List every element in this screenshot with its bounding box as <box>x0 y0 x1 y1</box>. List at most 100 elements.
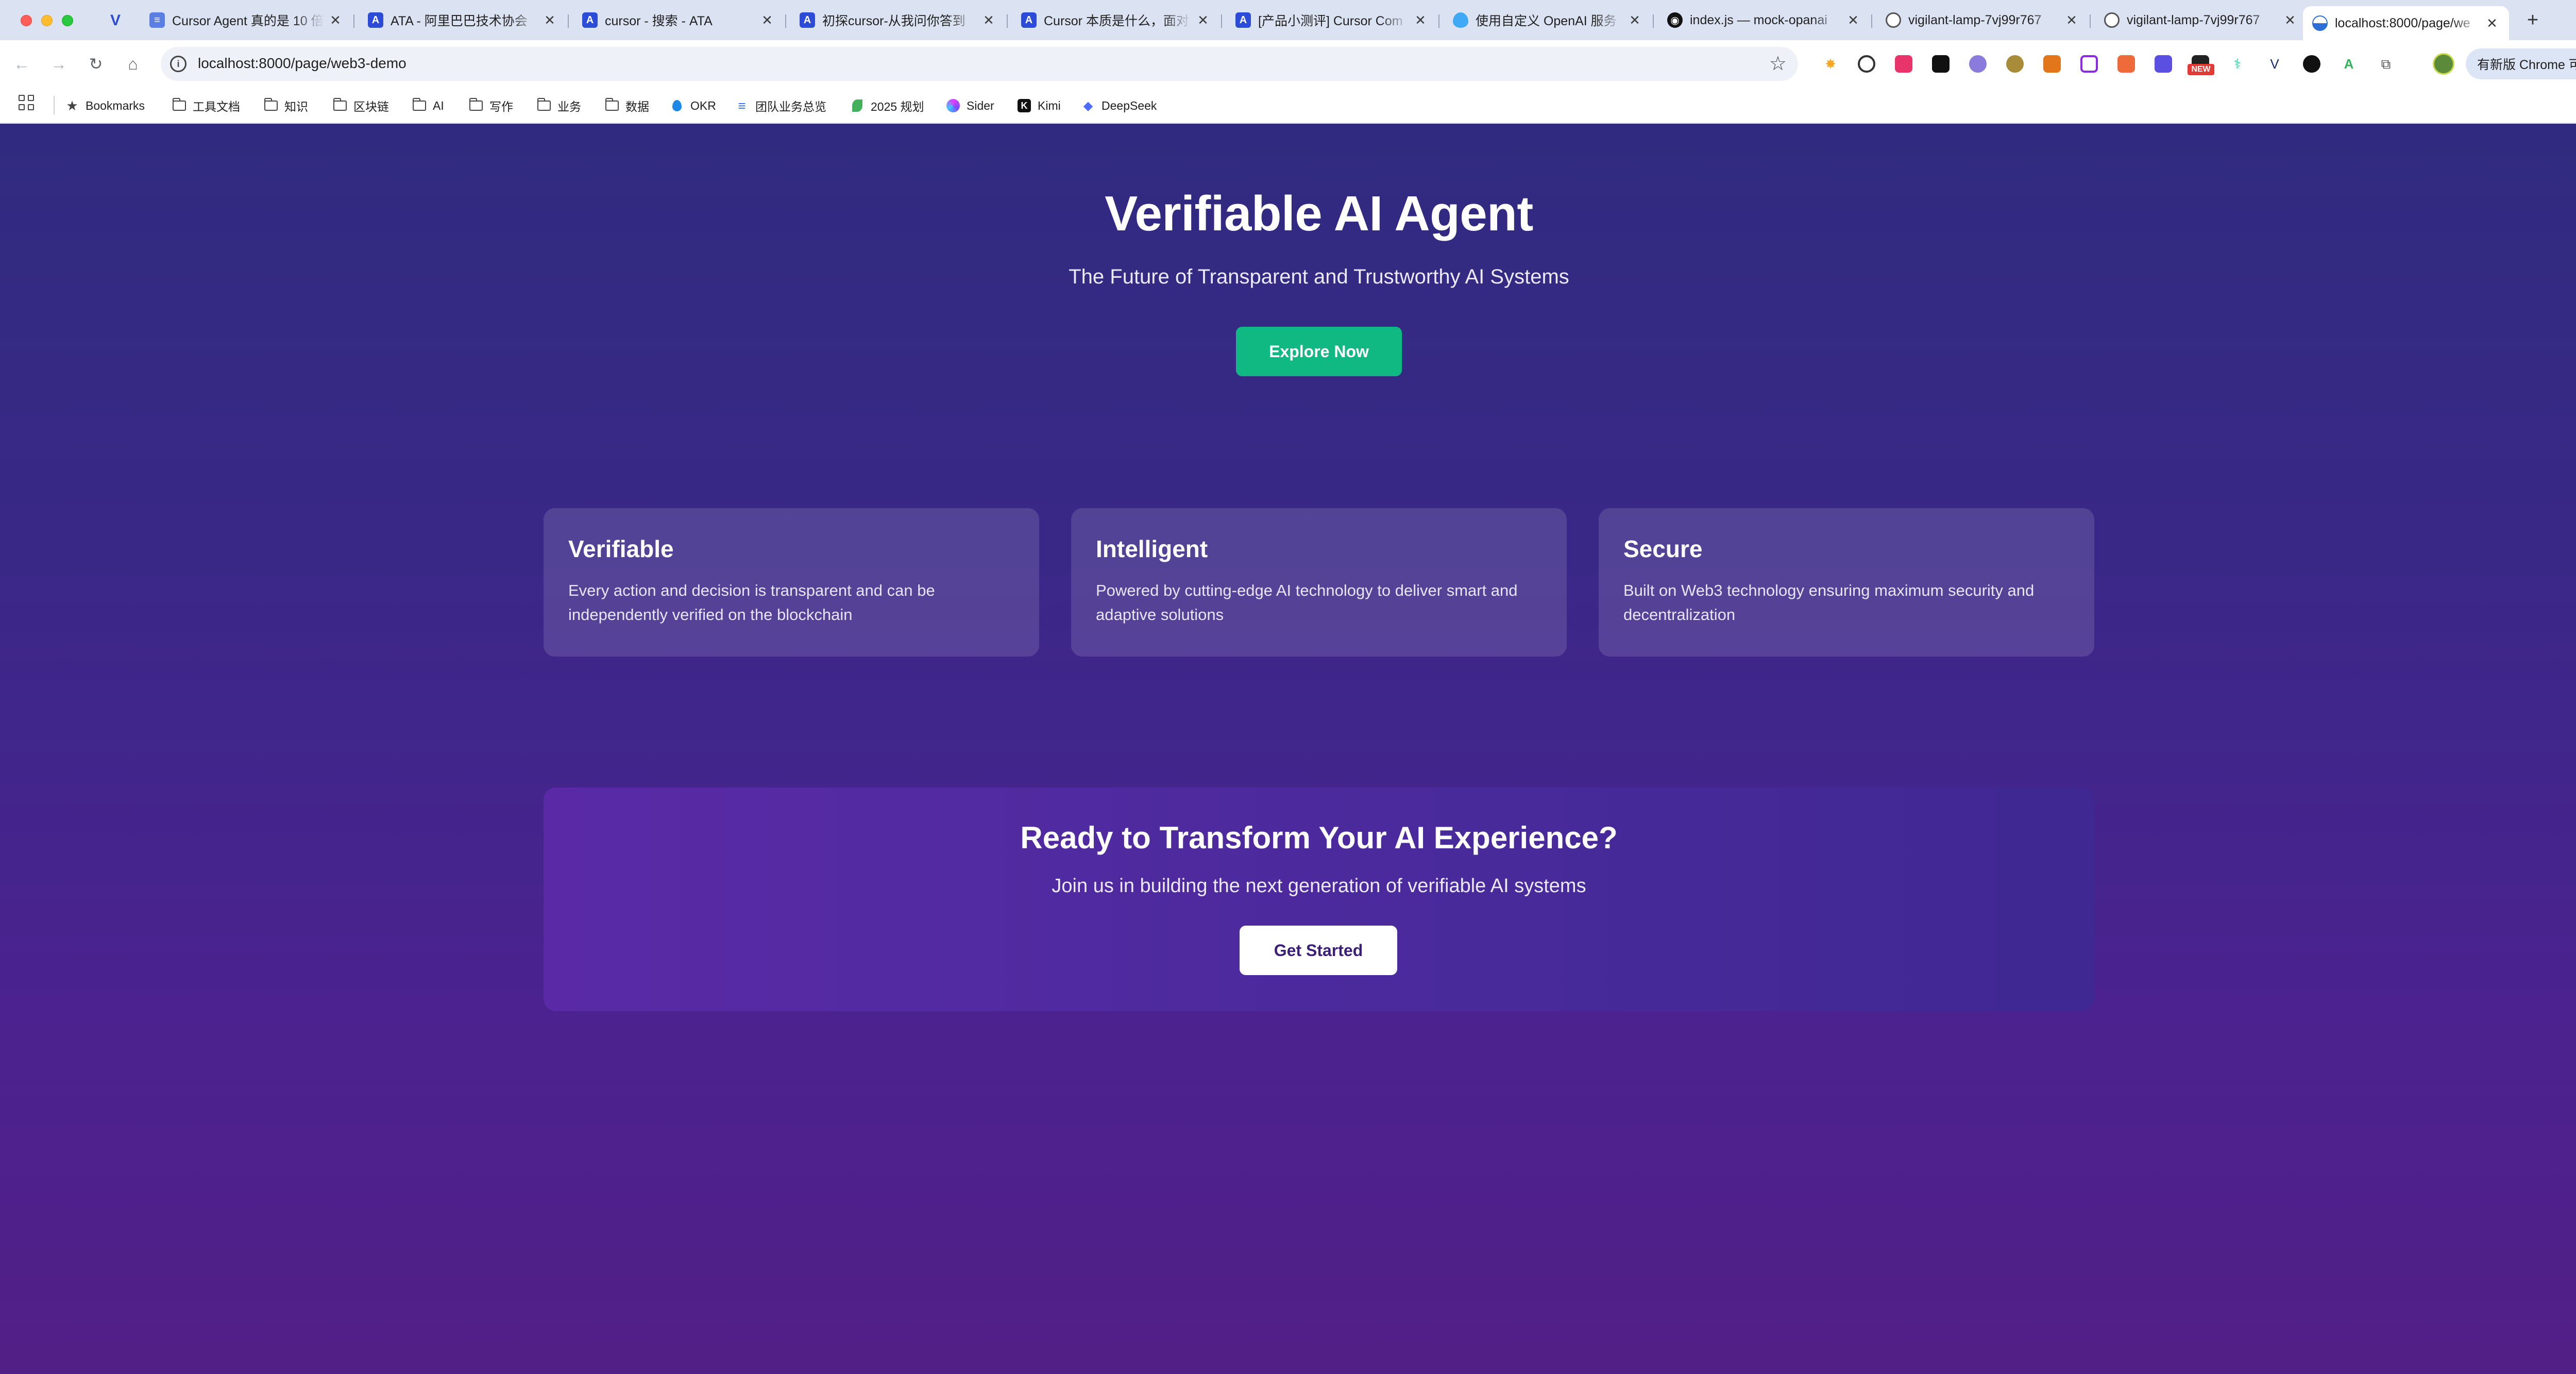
chrome-update-button[interactable]: 有新版 Chrome 可用 ⋮ <box>2466 48 2576 79</box>
close-icon[interactable]: ✕ <box>981 12 996 28</box>
close-icon[interactable]: ✕ <box>2484 15 2500 31</box>
tab-8[interactable]: vigilant-lamp-7vj99r767 ✕ <box>1876 6 2089 34</box>
coin-extension-icon[interactable] <box>2006 55 2024 73</box>
bookmark-folder[interactable]: 工具文档 <box>172 97 240 114</box>
hero-title: Verifiable AI Agent <box>1105 186 1533 241</box>
teal-extension-icon[interactable]: ⚕ <box>2229 55 2246 73</box>
bookmark-label: 工具文档 <box>193 100 240 113</box>
metamask-icon[interactable] <box>2043 55 2061 73</box>
bookmark-item[interactable]: OKR <box>670 97 716 114</box>
puzzle-icon[interactable]: ⧉ <box>2377 55 2395 73</box>
orange-extension-icon[interactable] <box>2117 55 2135 73</box>
close-icon[interactable]: ✕ <box>542 12 557 28</box>
forward-button[interactable]: → <box>46 52 71 76</box>
bookmark-item[interactable]: K Kimi <box>1017 97 1061 114</box>
bookmark-label: DeepSeek <box>1101 98 1157 112</box>
close-icon[interactable]: ✕ <box>1845 12 1861 28</box>
folder-icon <box>172 98 187 113</box>
v-extension-icon[interactable]: V <box>2266 55 2283 73</box>
ata-icon: A <box>1021 12 1037 28</box>
folder-icon <box>333 98 347 113</box>
globe-icon <box>2312 15 2328 31</box>
bookmark-folder[interactable]: 区块链 <box>333 97 389 114</box>
sun-extension-icon[interactable]: ✸ <box>1822 55 1839 73</box>
tab-0[interactable]: ≡ Cursor Agent 真的是 10 倍 ✕ <box>140 6 352 34</box>
tab-6[interactable]: 使用自定义 OpenAI 服务 ✕ <box>1444 6 1652 34</box>
get-started-button[interactable]: Get Started <box>1240 926 1397 975</box>
close-icon[interactable]: ✕ <box>2064 12 2079 28</box>
tab-3[interactable]: A 初探cursor-从我问你答到 ✕ <box>790 6 1006 34</box>
minimize-window-button[interactable] <box>41 15 53 26</box>
ghost-extension-icon[interactable] <box>1858 55 1875 73</box>
leaf-icon <box>850 98 865 113</box>
avatar[interactable] <box>2433 53 2454 75</box>
bookmark-label: OKR <box>690 98 716 112</box>
close-icon[interactable]: ✕ <box>759 12 775 28</box>
deepseek-icon: ◆ <box>1083 98 1093 113</box>
camera-extension-icon[interactable] <box>2080 55 2098 73</box>
bookmark-label: 数据 <box>625 100 649 113</box>
tab-5[interactable]: A [产品小测评] Cursor Com ✕ <box>1226 6 1437 34</box>
site-info-icon[interactable]: i <box>170 56 187 72</box>
new-tab-button[interactable]: + <box>2522 10 2543 31</box>
sider-icon <box>946 98 960 113</box>
a-extension-icon[interactable]: A <box>2340 55 2358 73</box>
tab-4[interactable]: A Cursor 本质是什么，面对 ✕ <box>1012 6 1220 34</box>
close-icon[interactable]: ✕ <box>1627 12 1642 28</box>
maximize-window-button[interactable] <box>62 15 73 26</box>
bookmark-label: Kimi <box>1038 98 1061 112</box>
bookmark-folder[interactable]: 业务 <box>537 97 581 114</box>
bookmark-item[interactable]: 2025 规划 <box>850 97 924 114</box>
globe-icon <box>2104 12 2120 28</box>
explore-now-button[interactable]: Explore Now <box>1236 327 1402 376</box>
bookmark-item[interactable]: ◆ DeepSeek <box>1081 97 1157 114</box>
tab-9[interactable]: vigilant-lamp-7vj99r767 ✕ <box>2095 6 2307 34</box>
bookmark-label: 知识 <box>284 100 308 113</box>
bookmark-item[interactable]: ≡ 团队业务总览 <box>735 97 826 114</box>
home-button[interactable]: ⌂ <box>121 52 145 76</box>
address-bar[interactable]: i localhost:8000/page/web3-demo ☆ <box>161 47 1798 81</box>
drop-icon <box>670 98 684 113</box>
folder-icon <box>605 98 619 113</box>
bookmark-folder[interactable]: 知识 <box>264 97 308 114</box>
folder-icon <box>537 98 551 113</box>
close-icon[interactable]: ✕ <box>1195 12 1211 28</box>
dark-extension-icon[interactable] <box>2303 55 2320 73</box>
bookmark-folder[interactable]: 数据 <box>605 97 649 114</box>
bookmark-star-icon[interactable]: ☆ <box>1769 52 1787 75</box>
purple-extension-icon[interactable] <box>2155 55 2172 73</box>
back-button[interactable]: ← <box>9 52 34 76</box>
bookmark-label: 团队业务总览 <box>755 100 826 113</box>
close-icon[interactable]: ✕ <box>2282 12 2298 28</box>
tab-title: ATA - 阿里巴巴技术协会 <box>391 14 528 28</box>
bookmark-folder[interactable]: AI <box>412 97 444 114</box>
tab-7[interactable]: ◉ index.js — mock-opanai ✕ <box>1658 6 1870 34</box>
tab-active[interactable]: localhost:8000/page/we ✕ <box>2303 6 2509 40</box>
feature-title: Secure <box>1623 535 1703 562</box>
tab-search-icon[interactable]: V <box>106 11 125 30</box>
tab-title: 使用自定义 OpenAI 服务 <box>1476 14 1617 28</box>
tab-title: Cursor 本质是什么，面对 <box>1044 14 1189 28</box>
bookmark-folder[interactable]: 写作 <box>469 97 513 114</box>
reload-button[interactable]: ↻ <box>83 52 108 76</box>
bookmark-label: Sider <box>967 98 994 112</box>
address-url[interactable]: localhost:8000/page/web3-demo <box>198 55 406 72</box>
tab-title: Cursor Agent 真的是 10 倍 <box>172 14 324 28</box>
feather-extension-icon[interactable] <box>1969 55 1987 73</box>
tab-title: [产品小测评] Cursor Com <box>1258 14 1403 28</box>
x-extension-icon[interactable] <box>1932 55 1950 73</box>
web3-demo-page: Verifiable AI Agent The Future of Transp… <box>0 124 2576 1374</box>
tab-2[interactable]: A cursor - 搜索 - ATA ✕ <box>573 6 784 34</box>
close-icon[interactable]: ✕ <box>1413 12 1428 28</box>
bookmark-item[interactable]: Sider <box>946 97 994 114</box>
folder-icon <box>469 98 483 113</box>
close-window-button[interactable] <box>21 15 32 26</box>
tab-1[interactable]: A ATA - 阿里巴巴技术协会 ✕ <box>359 6 567 34</box>
apps-grid-icon[interactable] <box>19 95 34 110</box>
close-icon[interactable]: ✕ <box>328 12 343 28</box>
ata-doc-icon: ≡ <box>149 12 165 28</box>
bookmark-label: Bookmarks <box>86 98 145 112</box>
bookmark-item[interactable]: ★ Bookmarks <box>65 97 145 114</box>
pink-extension-icon[interactable] <box>1895 55 1912 73</box>
cta-section: Ready to Transform Your AI Experience? J… <box>544 787 2094 1011</box>
